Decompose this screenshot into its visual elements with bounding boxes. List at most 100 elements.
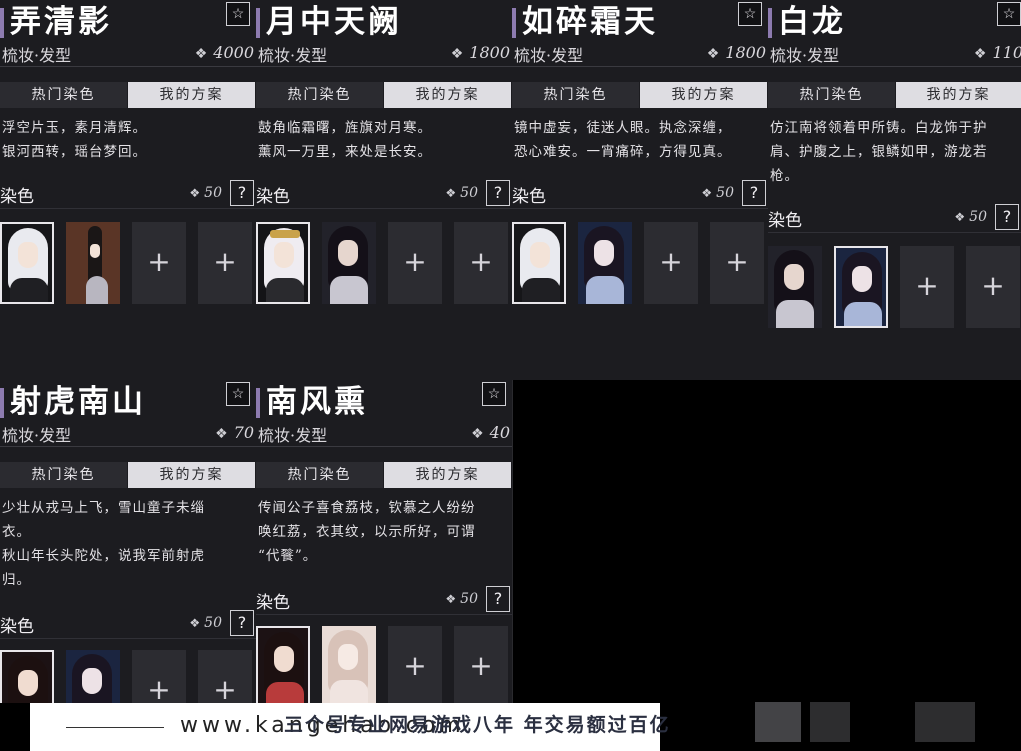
tab-hot-dye[interactable]: 热门染色 — [512, 82, 639, 108]
favorite-star-icon[interactable]: ☆ — [226, 382, 250, 406]
add-slot-plus-icon[interactable]: + — [900, 246, 954, 328]
favorite-star-icon[interactable]: ☆ — [482, 382, 506, 406]
dye-slot-red-robe[interactable] — [0, 650, 54, 703]
favorite-star-icon[interactable]: ☆ — [738, 2, 762, 26]
avatar — [258, 224, 308, 302]
card-subheader: 梳妆·发型 ❖ 110 — [768, 40, 1021, 67]
dye-slot-blue-robe[interactable] — [66, 650, 120, 703]
tab-hot-dye[interactable]: 热门染色 — [0, 462, 127, 488]
card-subheader: 梳妆·发型 ❖ 40 — [256, 420, 512, 447]
add-slot-plus-icon[interactable]: + — [198, 650, 252, 703]
dye-slot-white-hair[interactable] — [512, 222, 566, 304]
avatar — [66, 650, 120, 703]
dye-slot-red-robe[interactable] — [256, 626, 310, 703]
tab-my-plan[interactable]: 我的方案 — [640, 82, 767, 108]
add-slot-plus-icon[interactable]: + — [388, 222, 442, 304]
help-question-icon[interactable]: ? — [230, 610, 254, 636]
tab-my-plan[interactable]: 我的方案 — [384, 462, 511, 488]
add-slot-plus-icon[interactable]: + — [966, 246, 1020, 328]
avatar — [768, 246, 822, 328]
help-question-icon[interactable]: ? — [230, 180, 254, 206]
help-question-icon[interactable]: ? — [995, 204, 1019, 230]
dye-slots: + + — [256, 626, 512, 703]
dye-slot-pink-robe[interactable] — [322, 626, 376, 703]
help-question-icon[interactable]: ? — [742, 180, 766, 206]
help-question-icon[interactable]: ? — [486, 586, 510, 612]
dye-header: 染色 ❖ 50 ? — [0, 180, 256, 209]
dye-slot-dark-hair[interactable] — [322, 222, 376, 304]
gem-icon: ❖ — [450, 46, 464, 62]
dye-price-value: 50 — [716, 185, 734, 201]
dye-price: ❖ 50 — [189, 615, 222, 631]
dye-slot-blue-robe[interactable] — [834, 246, 888, 328]
blurred-logo — [810, 702, 850, 742]
dye-price-value: 50 — [460, 591, 478, 607]
dye-header: 染色 ❖ 50 ? — [768, 204, 1021, 233]
favorite-star-icon[interactable]: ☆ — [226, 2, 250, 26]
card-header: 射虎南山 ☆ — [0, 380, 256, 422]
add-slot-plus-icon[interactable]: + — [710, 222, 764, 304]
add-slot-plus-icon[interactable]: + — [198, 222, 252, 304]
avatar — [578, 222, 632, 304]
title-accent — [0, 388, 4, 418]
gem-icon: ❖ — [445, 186, 457, 200]
avatar — [836, 248, 886, 326]
desc-line: “代餮”。 — [258, 548, 318, 564]
gem-icon: ❖ — [215, 426, 228, 442]
hairstyle-card: 弄清影 ☆ 梳妆·发型 ❖ 4000 热门染色 我的方案 浮空片玉，素月清辉。 银… — [0, 0, 257, 380]
card-header: 月中天阙 — [256, 0, 512, 42]
tab-bar: 热门染色 我的方案 — [256, 82, 512, 108]
dye-label: 染色 — [512, 187, 546, 207]
hairstyle-card: 如碎霜天 ☆ 梳妆·发型 ❖ 1800 热门染色 我的方案 镜中虚妄，徒迷人眼。执… — [512, 0, 769, 380]
dye-price: ❖ 50 — [445, 591, 478, 607]
desc-line: 镜中虚妄，徒迷人眼。执念深缠， — [514, 120, 732, 136]
favorite-star-icon[interactable]: ☆ — [997, 2, 1021, 26]
dye-slots: + + — [768, 246, 1021, 332]
dye-slot-door-figure[interactable] — [66, 222, 120, 304]
dye-label: 染色 — [256, 593, 290, 613]
tab-bar: 热门染色 我的方案 — [0, 462, 256, 488]
card-subtitle: 梳妆·发型 — [258, 426, 328, 445]
hairstyle-card: 月中天阙 梳妆·发型 ❖ 1800 热门染色 我的方案 鼓角临霜曙，旌旗对月寒。 … — [256, 0, 513, 380]
dye-slot-dark-hair[interactable] — [768, 246, 822, 328]
desc-line: 薰风一万里，来处是长安。 — [258, 144, 432, 160]
gem-icon: ❖ — [954, 210, 966, 224]
desc-line: 衣。 — [2, 524, 31, 540]
blurred-logo — [915, 702, 975, 742]
dye-slot-blue-robe[interactable] — [578, 222, 632, 304]
add-slot-plus-icon[interactable]: + — [388, 626, 442, 703]
avatar — [258, 628, 308, 703]
title-accent — [512, 8, 516, 38]
hairstyle-card: 南风熏 ☆ 梳妆·发型 ❖ 40 热门染色 我的方案 传闻公子喜食荔枝，钦慕之人纷… — [256, 380, 513, 703]
tab-hot-dye[interactable]: 热门染色 — [768, 82, 895, 108]
desc-line: 银河西转，瑶台梦回。 — [2, 144, 147, 160]
dye-price-value: 50 — [204, 615, 222, 631]
desc-line: 鼓角临霜曙，旌旗对月寒。 — [258, 120, 432, 136]
tab-bar: 热门染色 我的方案 — [512, 82, 768, 108]
tab-my-plan[interactable]: 我的方案 — [128, 462, 255, 488]
dye-slot-white-hair[interactable] — [0, 222, 54, 304]
avatar — [514, 224, 564, 302]
card-price: ❖ 1800 — [707, 43, 766, 62]
desc-line: 传闻公子喜食荔枝，钦慕之人纷纷 — [258, 500, 476, 516]
card-price: ❖ 70 — [215, 423, 254, 442]
tab-my-plan[interactable]: 我的方案 — [384, 82, 511, 108]
tab-hot-dye[interactable]: 热门染色 — [256, 462, 383, 488]
desc-line: 秋山年长头陀处，说我军前射虎 — [2, 548, 205, 564]
tab-my-plan[interactable]: 我的方案 — [896, 82, 1021, 108]
tab-hot-dye[interactable]: 热门染色 — [0, 82, 127, 108]
tab-my-plan[interactable]: 我的方案 — [128, 82, 255, 108]
help-question-icon[interactable]: ? — [486, 180, 510, 206]
add-slot-plus-icon[interactable]: + — [454, 626, 508, 703]
add-slot-plus-icon[interactable]: + — [644, 222, 698, 304]
price-value: 70 — [233, 423, 254, 442]
add-slot-plus-icon[interactable]: + — [132, 650, 186, 703]
dye-label: 染色 — [0, 187, 34, 207]
title-accent — [256, 8, 260, 38]
price-value: 1800 — [725, 43, 766, 62]
tab-hot-dye[interactable]: 热门染色 — [256, 82, 383, 108]
add-slot-plus-icon[interactable]: + — [454, 222, 508, 304]
blurred-logo — [755, 702, 801, 742]
add-slot-plus-icon[interactable]: + — [132, 222, 186, 304]
dye-slot-gold-crown[interactable] — [256, 222, 310, 304]
